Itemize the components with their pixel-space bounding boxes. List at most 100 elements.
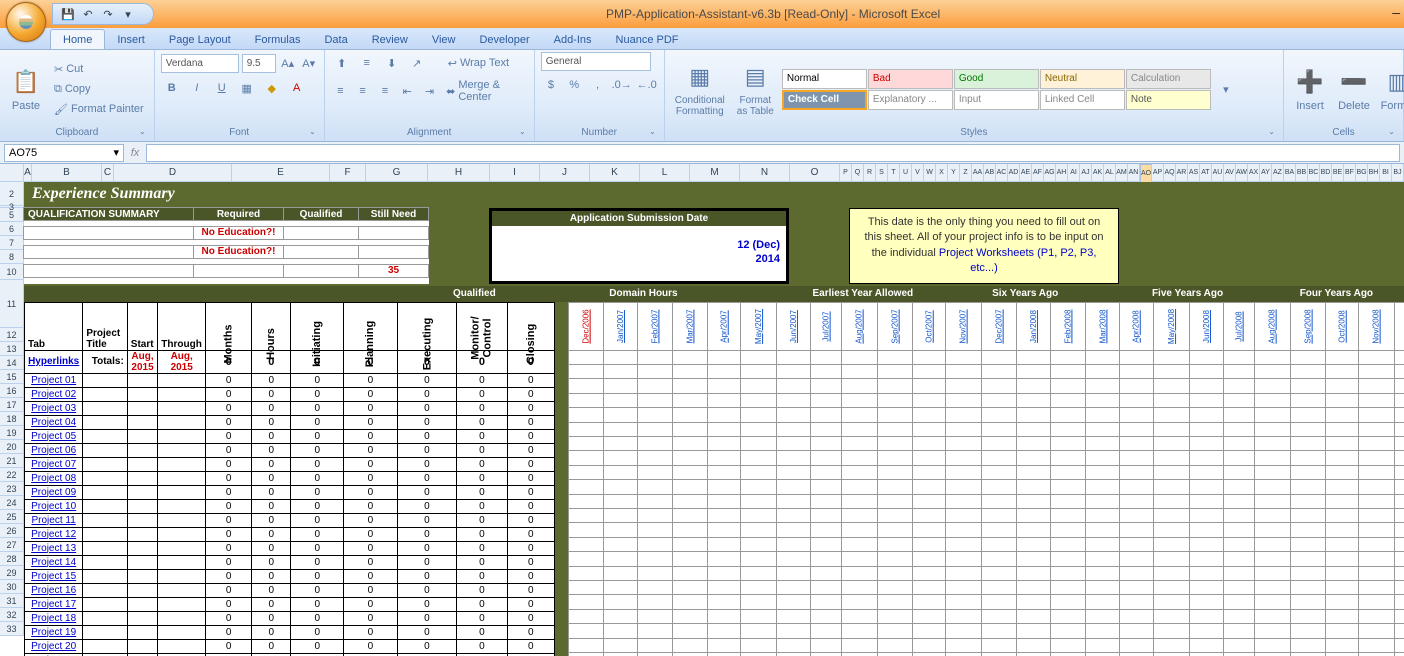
- month-cell[interactable]: [1290, 653, 1325, 656]
- month-cell[interactable]: [1085, 437, 1120, 451]
- month-cell[interactable]: [1325, 537, 1358, 551]
- align-center-icon[interactable]: ≡: [353, 80, 372, 102]
- month-cell[interactable]: [741, 523, 777, 537]
- underline-icon[interactable]: U: [211, 77, 233, 99]
- cell[interactable]: [83, 597, 127, 611]
- col-D[interactable]: D: [114, 164, 232, 182]
- note-link[interactable]: Project Worksheets (P1, P2, P3, etc...): [939, 247, 1097, 274]
- month-cell[interactable]: [1255, 581, 1290, 595]
- month-cell[interactable]: [1255, 595, 1290, 609]
- align-middle-icon[interactable]: ≡: [356, 52, 378, 74]
- month-cell[interactable]: [1085, 451, 1120, 465]
- cell[interactable]: [127, 555, 158, 569]
- month-cell[interactable]: [842, 393, 877, 407]
- undo-icon[interactable]: ↶: [81, 7, 95, 21]
- month-cell[interactable]: [1050, 595, 1085, 609]
- month-cell[interactable]: [1050, 437, 1085, 451]
- row-18[interactable]: 18: [0, 412, 24, 426]
- month-cell[interactable]: [1120, 480, 1153, 494]
- month-cell[interactable]: [568, 595, 603, 609]
- month-cell[interactable]: [1190, 609, 1224, 623]
- month-cell[interactable]: [1394, 566, 1404, 580]
- month-cell[interactable]: [1190, 350, 1224, 364]
- month-cell[interactable]: [1359, 595, 1394, 609]
- month-cell[interactable]: [1190, 408, 1224, 422]
- month-cell[interactable]: [707, 624, 740, 638]
- month-cell[interactable]: [811, 379, 842, 393]
- col-BE[interactable]: BE: [1332, 164, 1344, 182]
- month-cell[interactable]: [842, 638, 877, 652]
- month-cell[interactable]: [1016, 595, 1050, 609]
- month-cell[interactable]: [707, 350, 740, 364]
- hyperlinks-cell[interactable]: Hyperlinks: [25, 350, 83, 373]
- col-BH[interactable]: BH: [1368, 164, 1380, 182]
- month-cell[interactable]: [877, 537, 912, 551]
- month-cell[interactable]: [707, 465, 740, 479]
- month-cell[interactable]: [638, 653, 673, 656]
- style-linked-cell[interactable]: Linked Cell: [1040, 90, 1125, 110]
- row-30[interactable]: 30: [0, 580, 24, 594]
- row-6[interactable]: 6: [0, 222, 24, 236]
- grow-font-icon[interactable]: A▴: [279, 52, 297, 74]
- month-cell[interactable]: [1153, 509, 1189, 523]
- month-cell[interactable]: [912, 566, 945, 580]
- row-29[interactable]: 29: [0, 566, 24, 580]
- cell[interactable]: [127, 625, 158, 639]
- month-cell[interactable]: [877, 480, 912, 494]
- tab-insert[interactable]: Insert: [105, 30, 157, 49]
- align-bottom-icon[interactable]: ⬇: [381, 52, 403, 74]
- month-cell[interactable]: [1085, 494, 1120, 508]
- month-cell[interactable]: [1394, 437, 1404, 451]
- month-cell[interactable]: [707, 537, 740, 551]
- col-C[interactable]: C: [102, 164, 114, 182]
- month-cell[interactable]: [1325, 494, 1358, 508]
- project-link[interactable]: Project 18: [25, 611, 83, 625]
- month-cell[interactable]: [741, 422, 777, 436]
- month-cell[interactable]: [1290, 609, 1325, 623]
- project-link[interactable]: Project 08: [25, 471, 83, 485]
- month-cell[interactable]: [842, 437, 877, 451]
- cell[interactable]: [158, 415, 206, 429]
- month-cell[interactable]: [568, 552, 603, 566]
- month-cell[interactable]: [1394, 624, 1404, 638]
- month-cell[interactable]: [1085, 523, 1120, 537]
- month-cell[interactable]: [1290, 552, 1325, 566]
- month-cell[interactable]: [877, 609, 912, 623]
- month-cell[interactable]: [811, 437, 842, 451]
- cell[interactable]: [127, 457, 158, 471]
- col-AI[interactable]: AI: [1068, 164, 1080, 182]
- month-cell[interactable]: [741, 465, 777, 479]
- month-cell[interactable]: [877, 408, 912, 422]
- month-cell[interactable]: [741, 379, 777, 393]
- col-AK[interactable]: AK: [1092, 164, 1104, 182]
- month-cell[interactable]: [1394, 609, 1404, 623]
- month-cell[interactable]: [741, 364, 777, 378]
- month-cell[interactable]: [707, 523, 740, 537]
- row-8[interactable]: 8: [0, 250, 24, 264]
- month-cell[interactable]: [1190, 393, 1224, 407]
- month-cell[interactable]: [1290, 364, 1325, 378]
- font-color-icon[interactable]: A: [286, 77, 308, 99]
- month-cell[interactable]: [1359, 653, 1394, 656]
- month-cell[interactable]: [946, 494, 981, 508]
- month-cell[interactable]: [1224, 638, 1255, 652]
- row-11[interactable]: 11: [0, 280, 24, 328]
- month-cell[interactable]: [1394, 350, 1404, 364]
- month-cell[interactable]: [1255, 408, 1290, 422]
- month-cell[interactable]: [1224, 408, 1255, 422]
- month-cell[interactable]: [1359, 408, 1394, 422]
- cell[interactable]: [83, 485, 127, 499]
- cell[interactable]: [127, 597, 158, 611]
- cell[interactable]: [127, 443, 158, 457]
- month-cell[interactable]: [1120, 509, 1153, 523]
- month-cell[interactable]: [1190, 595, 1224, 609]
- month-cell[interactable]: [1290, 523, 1325, 537]
- month-cell[interactable]: [1016, 451, 1050, 465]
- project-link[interactable]: Project 11: [25, 513, 83, 527]
- insert-button[interactable]: ➕Insert: [1290, 64, 1330, 114]
- month-cell[interactable]: [1153, 437, 1189, 451]
- month-cell[interactable]: [1153, 595, 1189, 609]
- month-cell[interactable]: [638, 523, 673, 537]
- month-cell[interactable]: [842, 480, 877, 494]
- month-cell[interactable]: [707, 653, 740, 656]
